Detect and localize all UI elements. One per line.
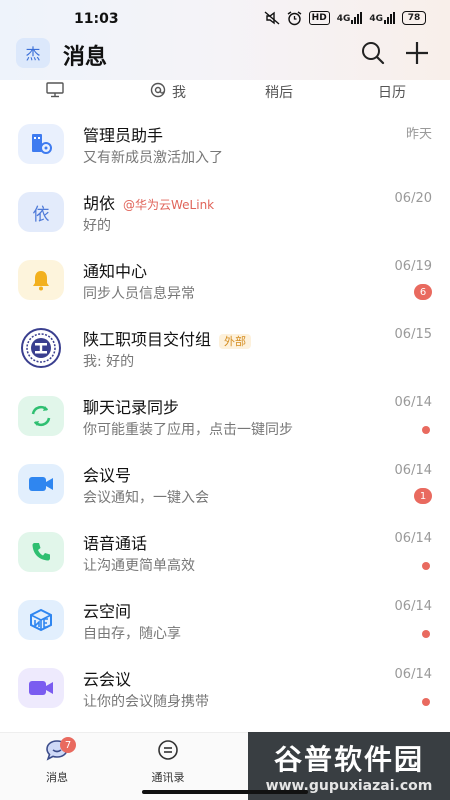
conversation-name: 云空间 xyxy=(83,602,132,621)
list-item[interactable]: 通知中心 同步人员信息异常 06/19 6 xyxy=(0,246,450,314)
my-avatar[interactable]: 杰 xyxy=(16,38,50,68)
unread-dot xyxy=(422,562,430,570)
tab-label: 我 xyxy=(172,85,186,101)
conversation-preview: 又有新成员激活加入了 xyxy=(83,150,223,166)
tab-calendar[interactable]: 日历 xyxy=(378,78,406,106)
unread-dot xyxy=(422,630,430,638)
tab-mentions[interactable]: 我 xyxy=(150,78,186,106)
list-item[interactable]: 语音通话 让沟通更简单高效 06/14 xyxy=(0,518,450,586)
list-item[interactable]: 云空间 自由存，随心享 06/14 xyxy=(0,586,450,654)
conversation-preview: 自由存，随心享 xyxy=(83,626,181,642)
conversation-date: 06/14 xyxy=(394,599,432,614)
conversation-preview: 同步人员信息异常 xyxy=(83,286,195,302)
mute-icon xyxy=(264,10,280,26)
conversation-preview: 让你的会议随身携带 xyxy=(83,694,209,710)
battery-icon: 78 xyxy=(402,11,426,25)
video-conference-icon xyxy=(18,668,64,708)
phone-icon xyxy=(18,532,64,572)
conversation-name: 云会议 xyxy=(83,670,132,689)
conversation-name: 聊天记录同步 xyxy=(83,398,180,417)
hd-icon: HD xyxy=(308,11,330,25)
filter-tabs: 我 稍后 日历 xyxy=(0,78,450,106)
conversation-date: 06/14 xyxy=(394,531,432,546)
conversation-name: 管理员助手 xyxy=(83,126,164,145)
conversation-date: 06/14 xyxy=(394,395,432,410)
bell-icon xyxy=(18,260,64,300)
external-tag: 外部 xyxy=(219,334,252,349)
sync-icon xyxy=(18,396,64,436)
conversation-preview: 你可能重装了应用，点击一键同步 xyxy=(83,422,293,438)
unread-badge: 1 xyxy=(414,488,432,504)
tab-later[interactable]: 稍后 xyxy=(265,78,293,106)
org-tag: @华为云WeLink xyxy=(123,198,215,212)
admin-assistant-icon xyxy=(18,124,64,164)
conversation-preview: 我: 好的 xyxy=(83,354,135,370)
camera-icon xyxy=(18,464,64,504)
conversation-preview: 会议通知，一键入会 xyxy=(83,490,209,506)
nav-contacts[interactable]: 通讯录 xyxy=(138,739,198,789)
list-item[interactable]: 管理员助手 又有新成员激活加入了 昨天 xyxy=(0,110,450,178)
conversation-date: 06/19 xyxy=(394,259,432,274)
unread-badge: 6 xyxy=(414,284,432,300)
tab-label: 稍后 xyxy=(265,85,293,101)
home-indicator[interactable] xyxy=(142,790,308,794)
conversation-date: 06/14 xyxy=(394,463,432,478)
unread-dot xyxy=(422,698,430,706)
list-item[interactable]: 聊天记录同步 你可能重装了应用，点击一键同步 06/14 xyxy=(0,382,450,450)
monitor-icon xyxy=(46,82,64,102)
list-item[interactable]: 陕工职项目交付组 外部 我: 好的 06/15 xyxy=(0,314,450,382)
app-header: 杰 消息 xyxy=(0,36,450,74)
status-bar: 11:03 HD 4G 4G 78 xyxy=(0,0,450,38)
search-icon[interactable] xyxy=(360,40,386,66)
conversation-name: 会议号 xyxy=(83,466,132,485)
alarm-icon xyxy=(287,10,302,26)
contacts-icon xyxy=(157,739,179,765)
conversation-name: 通知中心 xyxy=(83,262,148,281)
conversation-preview: 好的 xyxy=(83,218,111,234)
tab-desktop[interactable] xyxy=(46,78,64,106)
contact-avatar: 依 xyxy=(18,192,64,232)
nav-label: 通讯录 xyxy=(151,771,185,784)
at-icon xyxy=(150,82,166,102)
conversation-name: 胡依 @华为云WeLink xyxy=(83,194,215,213)
nav-messages[interactable]: 7 消息 xyxy=(27,737,87,789)
unread-dot xyxy=(422,426,430,434)
tab-label: 日历 xyxy=(378,85,406,101)
status-icons: HD 4G 4G 78 xyxy=(264,10,426,26)
conversation-preview: 让沟通更简单高效 xyxy=(83,558,195,574)
signal-1-icon: 4G xyxy=(337,12,363,24)
watermark-title: 谷普软件园 xyxy=(273,743,424,776)
cloud-space-icon xyxy=(18,600,64,640)
list-item[interactable]: 依 胡依 @华为云WeLink 好的 06/20 xyxy=(0,178,450,246)
conversation-date: 昨天 xyxy=(405,127,432,142)
conversation-name: 陕工职项目交付组 外部 xyxy=(83,326,252,350)
list-item[interactable]: 云会议 让你的会议随身携带 06/14 xyxy=(0,654,450,722)
nav-label: 消息 xyxy=(46,771,68,784)
nav-badge: 7 xyxy=(60,737,76,753)
add-icon[interactable] xyxy=(404,40,430,66)
signal-2-icon: 4G xyxy=(369,12,395,24)
conversation-name: 语音通话 xyxy=(83,534,148,553)
conversation-date: 06/20 xyxy=(394,191,432,206)
page-title: 消息 xyxy=(63,45,108,70)
conversation-date: 06/14 xyxy=(394,667,432,682)
conversation-date: 06/15 xyxy=(394,327,432,342)
group-logo xyxy=(18,328,64,368)
list-item[interactable]: 会议号 会议通知，一键入会 06/14 1 xyxy=(0,450,450,518)
status-time: 11:03 xyxy=(74,11,119,27)
